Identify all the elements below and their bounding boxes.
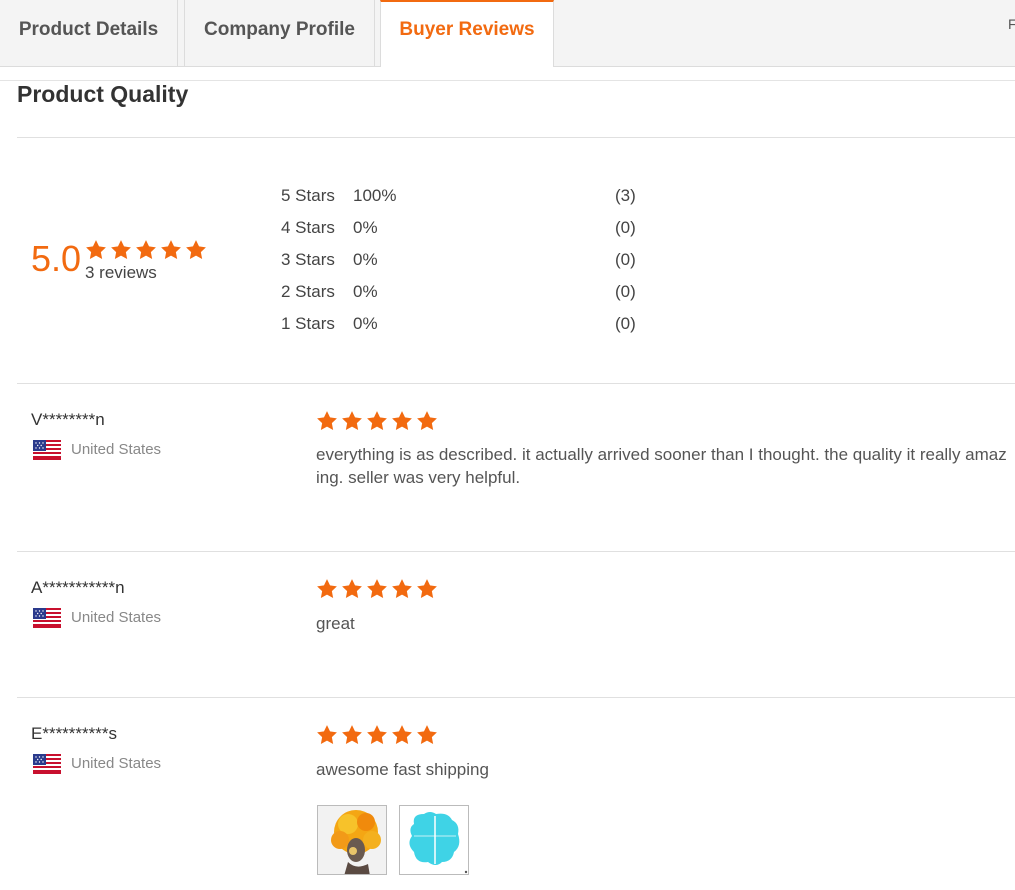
review-text-line: ing. seller was very helpful. xyxy=(316,468,521,487)
tab-bar: Product Details Company Profile Buyer Re… xyxy=(0,0,1015,67)
star-icon xyxy=(111,240,131,259)
us-flag-icon xyxy=(33,754,61,774)
reviewer-country: United States xyxy=(71,609,162,626)
reviewer-name: E**********s xyxy=(31,724,117,743)
review-text: awesome fast shipping xyxy=(316,760,489,779)
rating-percent: 0% xyxy=(353,282,378,301)
tab-company-profile[interactable]: Company Profile xyxy=(184,0,375,66)
rating-count: (0) xyxy=(615,218,636,237)
section-title: Product Quality xyxy=(17,81,189,107)
star-icon xyxy=(161,240,181,259)
review-stars xyxy=(316,410,440,432)
review-text: everything is as described. it actually … xyxy=(316,443,1015,489)
tab-product-details[interactable]: Product Details xyxy=(0,0,178,66)
rating-percent: 100% xyxy=(353,186,397,205)
reviews-count: 3 reviews xyxy=(85,263,157,282)
divider xyxy=(17,551,1015,552)
review-photo-2[interactable] xyxy=(399,805,469,875)
divider xyxy=(17,137,1015,138)
reviewer-name: V********n xyxy=(31,410,105,429)
rating-label: 2 Stars xyxy=(281,282,335,301)
rating-label: 3 Stars xyxy=(281,250,335,269)
reviewer-country: United States xyxy=(71,755,162,772)
us-flag-icon xyxy=(33,608,61,628)
rating-label: 1 Stars xyxy=(281,314,335,333)
rating-percent: 0% xyxy=(353,250,378,269)
review-text-line: everything is as described. it actually … xyxy=(316,445,1007,464)
divider xyxy=(17,697,1015,698)
star-icon xyxy=(86,240,106,259)
tab-right-fragment[interactable]: F xyxy=(1008,16,1015,32)
rating-percent: 0% xyxy=(353,218,378,237)
us-flag-icon xyxy=(33,440,61,460)
rating-label: 5 Stars xyxy=(281,186,335,205)
rating-label: 4 Stars xyxy=(281,218,335,237)
star-icon xyxy=(186,240,206,259)
reviewer-name: A***********n xyxy=(31,578,125,597)
review-stars xyxy=(316,724,440,746)
rating-count: (0) xyxy=(615,282,636,301)
average-score: 5.0 xyxy=(31,238,82,279)
rating-count: (0) xyxy=(615,314,636,333)
review-text: great xyxy=(316,614,355,633)
reviewer-country: United States xyxy=(71,441,162,458)
star-icon xyxy=(136,240,156,259)
review-stars xyxy=(316,578,440,600)
summary-stars xyxy=(85,239,209,261)
divider xyxy=(17,383,1015,384)
review-photo-1[interactable] xyxy=(317,805,387,875)
rating-count: (0) xyxy=(615,250,636,269)
rating-count: (3) xyxy=(615,186,636,205)
rating-percent: 0% xyxy=(353,314,378,333)
tab-subbar xyxy=(0,67,1015,81)
tab-buyer-reviews[interactable]: Buyer Reviews xyxy=(380,0,554,67)
